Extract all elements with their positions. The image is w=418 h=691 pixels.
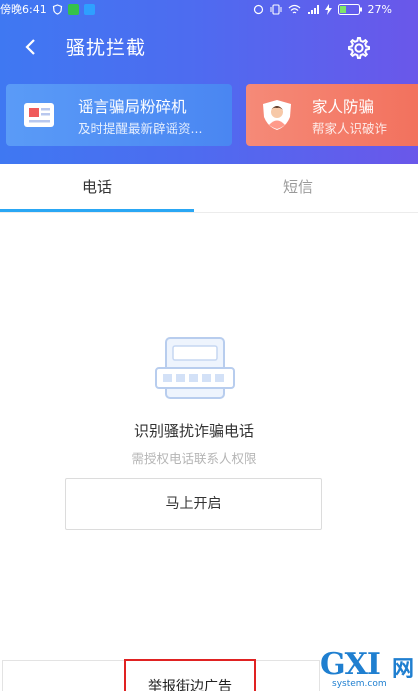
wifi-icon bbox=[288, 4, 300, 13]
family-anti-fraud-card[interactable]: 家人防骗 帮家人识破诈 bbox=[246, 84, 418, 146]
battery-icon bbox=[337, 3, 362, 15]
family-shield-icon bbox=[260, 99, 294, 131]
status-left: 傍晚6:41 bbox=[0, 1, 95, 17]
cloud-notification-icon bbox=[83, 3, 95, 15]
card-title: 家人防骗 bbox=[312, 98, 375, 116]
alarm-icon bbox=[253, 4, 263, 14]
page-title: 骚扰拦截 bbox=[66, 37, 147, 59]
tab-phone[interactable]: 电话 bbox=[0, 164, 194, 210]
phone-permission-illustration-icon bbox=[154, 336, 236, 402]
newspaper-icon bbox=[22, 99, 56, 131]
card-title: 谣言骗局粉碎机 bbox=[78, 98, 187, 116]
tab-indicator bbox=[0, 209, 194, 212]
site-watermark-logo: GXI 网 system.com bbox=[318, 647, 418, 691]
watermark-sub: system.com bbox=[332, 679, 387, 689]
enable-now-button[interactable]: 马上开启 bbox=[65, 478, 322, 530]
card-subtitle: 帮家人识破诈 bbox=[312, 121, 388, 136]
header: 傍晚6:41 27% 骚扰拦截 谣言骗局粉碎机 及时提醒最新辟谣资... 家人防… bbox=[0, 0, 418, 164]
gear-icon[interactable] bbox=[344, 34, 372, 62]
watermark-cn: 网 bbox=[392, 657, 415, 682]
card-subtitle: 及时提醒最新辟谣资... bbox=[78, 121, 203, 136]
empty-state-title: 识别骚扰诈骗电话 bbox=[133, 422, 254, 440]
report-street-ad-button[interactable]: 举报街边广告 bbox=[124, 659, 256, 691]
vibrate-icon bbox=[270, 3, 282, 15]
rumor-shredder-card[interactable]: 谣言骗局粉碎机 及时提醒最新辟谣资... bbox=[6, 84, 232, 146]
empty-state-hint: 需授权电话联系人权限 bbox=[131, 451, 257, 466]
shield-status-icon bbox=[52, 3, 62, 15]
battery-percent: 27% bbox=[367, 2, 392, 16]
status-right: 27% bbox=[253, 3, 418, 16]
charging-icon bbox=[324, 3, 332, 15]
back-arrow-icon[interactable] bbox=[18, 34, 42, 60]
status-time: 傍晚6:41 bbox=[0, 3, 47, 16]
status-bar: 傍晚6:41 27% bbox=[0, 0, 418, 18]
tab-bar: 电话 短信 bbox=[0, 164, 418, 213]
signal-icon bbox=[307, 4, 319, 14]
title-row: 骚扰拦截 bbox=[0, 28, 418, 68]
tab-sms[interactable]: 短信 bbox=[194, 164, 402, 210]
app-notification-icon bbox=[67, 3, 79, 15]
watermark-main: GXI bbox=[320, 647, 381, 682]
